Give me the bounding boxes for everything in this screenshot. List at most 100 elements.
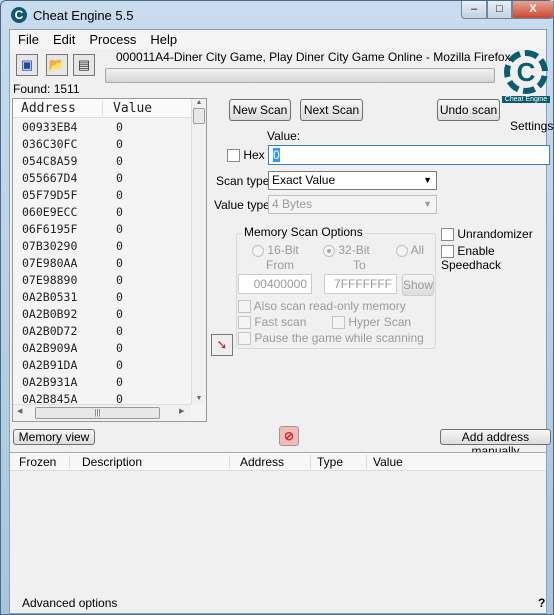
hex-checkbox[interactable]: Hex: [227, 148, 265, 163]
open-file-button[interactable]: 📂: [46, 54, 68, 76]
address-list[interactable]: Frozen Description Address Type Value: [10, 452, 546, 594]
radio-all[interactable]: All: [396, 243, 424, 257]
app-window: C Cheat Engine 5.5 – □ X File Edit Proce…: [0, 0, 554, 615]
result-value: 0: [116, 187, 123, 202]
value-type-select[interactable]: 4 Bytes ▼: [268, 195, 437, 214]
pause-game-checkbox[interactable]: Pause the game while scanning: [238, 331, 424, 346]
minimize-button[interactable]: –: [461, 1, 487, 19]
result-row[interactable]: 07E980AA 0: [13, 254, 206, 271]
result-row[interactable]: 05F79D5F 0: [13, 186, 206, 203]
result-row[interactable]: 0A2B909A 0: [13, 339, 206, 356]
result-address: 07B30290: [22, 238, 78, 253]
hex-checkbox-box[interactable]: [227, 149, 240, 163]
from-address-input[interactable]: 00400000: [238, 274, 312, 294]
column-type[interactable]: Type: [310, 454, 366, 469]
next-scan-button[interactable]: Next Scan: [300, 99, 363, 121]
result-value: 0: [116, 272, 123, 287]
result-address: 05F79D5F: [22, 187, 78, 202]
floppy-icon: ▤: [77, 57, 91, 72]
fast-scan-checkbox[interactable]: Fast scan: [238, 315, 307, 330]
to-address-input[interactable]: 7FFFFFFF: [324, 274, 397, 294]
add-selected-to-list-button[interactable]: ➘: [211, 334, 233, 356]
scan-progress-bar: [105, 68, 495, 83]
value-input[interactable]: 0: [268, 145, 550, 165]
column-value[interactable]: Value: [103, 101, 152, 116]
scan-type-select[interactable]: Exact Value ▼: [268, 171, 437, 190]
from-label: From: [266, 258, 294, 272]
radio-32bit[interactable]: 32-Bit: [323, 243, 370, 257]
result-row[interactable]: 0A2B845A 0: [13, 390, 206, 405]
value-type-label: Value type: [214, 198, 270, 212]
result-address: 0A2B931A: [22, 374, 78, 389]
scan-type-label: Scan type: [216, 174, 270, 188]
result-value: 0: [116, 255, 123, 270]
help-button[interactable]: ?: [538, 596, 545, 610]
result-row[interactable]: 055667D4 0: [13, 169, 206, 186]
show-button[interactable]: Show: [402, 274, 434, 296]
result-row[interactable]: 00933EB4 0: [13, 118, 206, 135]
checkbox-box: [441, 245, 454, 259]
hex-label: Hex: [243, 148, 265, 162]
logo-text: Cheat Engine: [502, 96, 550, 103]
settings-logo[interactable]: C Cheat Engine: [502, 50, 550, 116]
menu-edit[interactable]: Edit: [53, 32, 75, 47]
result-row[interactable]: 0A2B0D72 0: [13, 322, 206, 339]
window-title: Cheat Engine 5.5: [33, 7, 134, 23]
result-value: 0: [116, 323, 123, 338]
value-type-value: 4 Bytes: [272, 197, 313, 211]
stop-button[interactable]: ⊘: [279, 426, 299, 446]
unrandomizer-checkbox[interactable]: Unrandomizer: [441, 227, 533, 242]
horizontal-scrollbar[interactable]: ◀ ||| ▶: [13, 404, 191, 421]
pause-game-label: Pause the game while scanning: [254, 331, 424, 345]
readonly-checkbox[interactable]: Also scan read-only memory: [238, 299, 406, 314]
results-list[interactable]: Address Value 00933EB4 0 036C30FC 0 054C8A59…: [12, 98, 207, 422]
result-row[interactable]: 07E98890 0: [13, 271, 206, 288]
column-frozen[interactable]: Frozen: [10, 455, 69, 469]
scroll-thumb[interactable]: [193, 108, 205, 124]
vertical-scrollbar[interactable]: ▲ ▼: [191, 99, 206, 404]
process-name: 000011A4-Diner City Game, Play Diner Cit…: [116, 50, 511, 64]
new-scan-button[interactable]: New Scan: [229, 99, 291, 121]
result-address: 0A2B91DA: [22, 357, 78, 372]
result-row[interactable]: 07B30290 0: [13, 237, 206, 254]
hyper-scan-checkbox[interactable]: Hyper Scan: [332, 315, 411, 330]
result-row[interactable]: 036C30FC 0: [13, 135, 206, 152]
result-row[interactable]: 0A2B0531 0: [13, 288, 206, 305]
hscroll-thumb[interactable]: |||: [35, 407, 160, 419]
undo-scan-button[interactable]: Undo scan: [437, 99, 500, 121]
advanced-options-link[interactable]: Advanced options: [22, 596, 117, 610]
settings-label[interactable]: Settings: [510, 119, 553, 133]
result-value: 0: [116, 153, 123, 168]
result-row[interactable]: 054C8A59 0: [13, 152, 206, 169]
result-row[interactable]: 06F6195F 0: [13, 220, 206, 237]
unrandomizer-label: Unrandomizer: [457, 227, 533, 241]
scroll-right-icon[interactable]: ▶: [179, 407, 184, 415]
menu-process[interactable]: Process: [89, 32, 136, 47]
result-row[interactable]: 060E9ECC 0: [13, 203, 206, 220]
scroll-left-icon[interactable]: ◀: [17, 407, 22, 415]
open-process-button[interactable]: ▣: [16, 54, 38, 76]
column-value[interactable]: Value: [366, 454, 403, 469]
result-value: 0: [116, 357, 123, 372]
scroll-down-icon[interactable]: ▼: [192, 395, 206, 402]
add-address-manually-button[interactable]: Add address manually: [440, 429, 551, 458]
radio-32bit-label: 32-Bit: [338, 243, 370, 257]
close-button[interactable]: X: [512, 1, 554, 19]
scan-type-value: Exact Value: [272, 173, 336, 187]
column-address[interactable]: Address: [229, 454, 310, 469]
result-row[interactable]: 0A2B0B92 0: [13, 305, 206, 322]
result-row[interactable]: 0A2B931A 0: [13, 373, 206, 390]
result-address: 0A2B909A: [22, 340, 78, 355]
menu-help[interactable]: Help: [150, 32, 177, 47]
column-description[interactable]: Description: [69, 454, 229, 469]
radio-16bit[interactable]: 16-Bit: [252, 243, 299, 257]
fast-scan-label: Fast scan: [254, 315, 307, 329]
save-button[interactable]: ▤: [73, 54, 95, 76]
maximize-button[interactable]: □: [487, 1, 512, 19]
memory-view-button[interactable]: Memory view: [13, 429, 95, 445]
speedhack-checkbox[interactable]: Enable Speedhack: [441, 244, 546, 272]
result-row[interactable]: 0A2B91DA 0: [13, 356, 206, 373]
column-address[interactable]: Address: [13, 100, 103, 116]
scroll-up-icon[interactable]: ▲: [192, 99, 206, 106]
menu-file[interactable]: File: [18, 32, 39, 47]
